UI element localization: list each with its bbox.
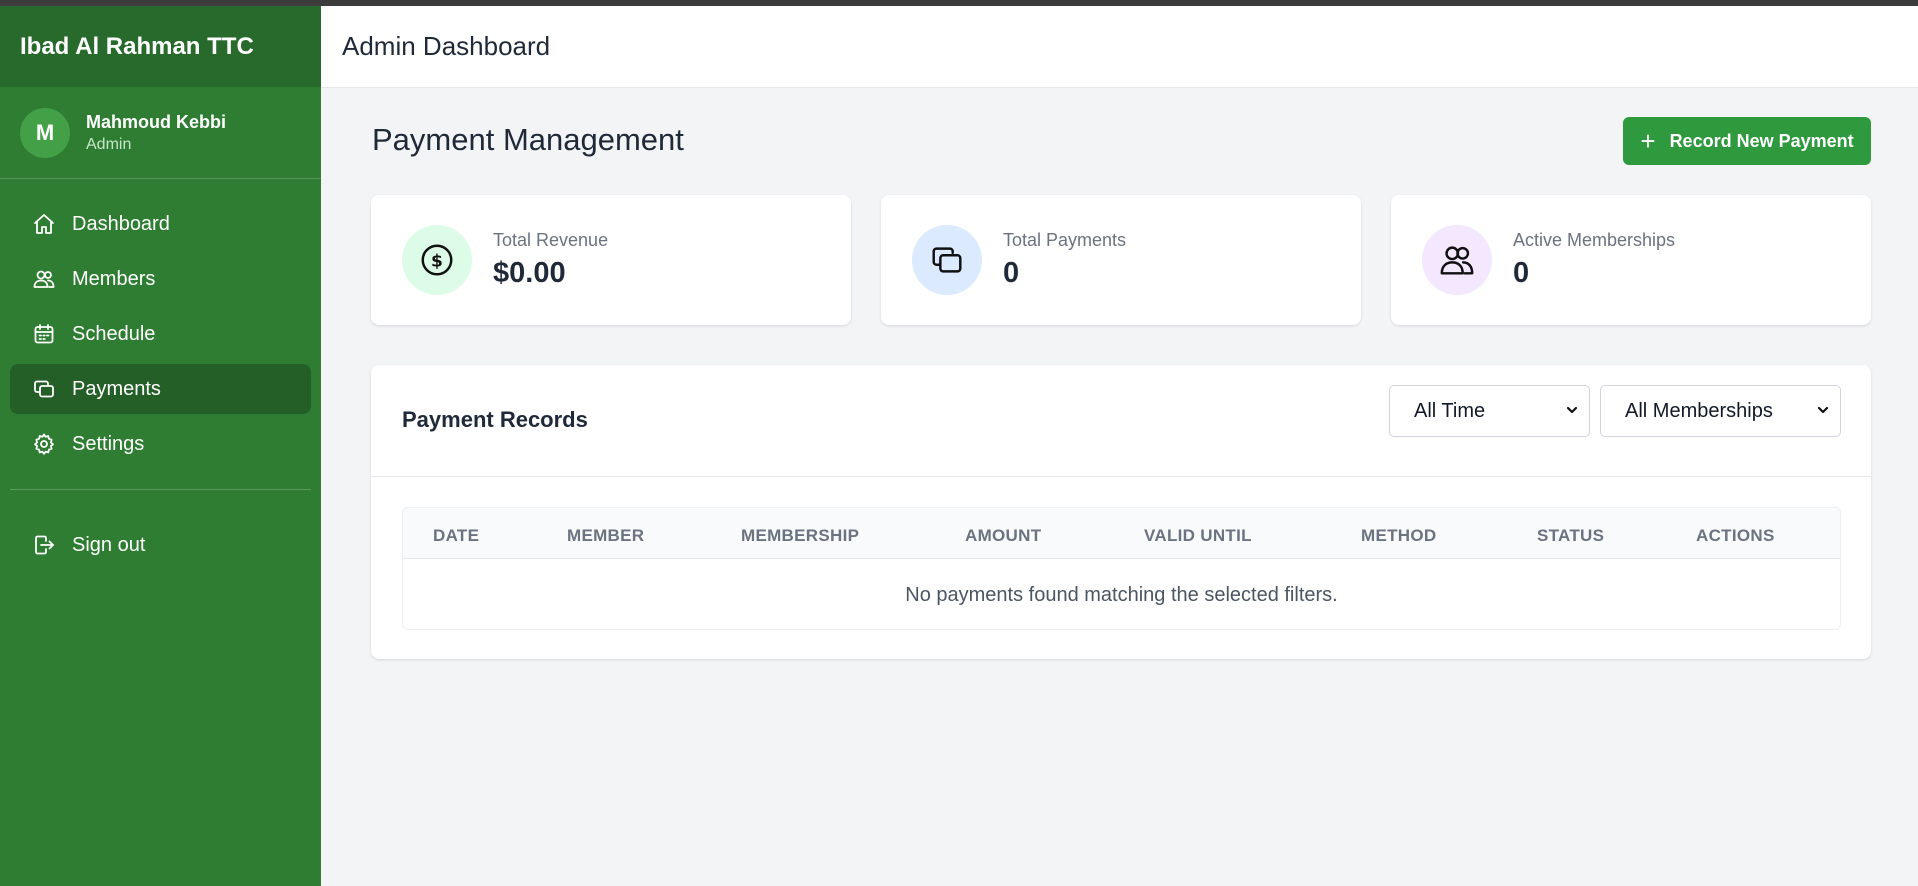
sidebar-nav: Dashboard Members Schedule Payments Sett… xyxy=(0,179,321,570)
sidebar-item-label: Dashboard xyxy=(72,212,170,235)
payment-records-title: Payment Records xyxy=(402,407,588,432)
payment-records-panel: Payment Records All Time All Memberships… xyxy=(371,365,1871,659)
stat-icon-wrap: $ xyxy=(402,225,472,295)
gear-icon xyxy=(34,433,54,455)
sign-out-icon xyxy=(35,535,54,555)
stat-label: Active Memberships xyxy=(1513,230,1676,250)
record-new-payment-button[interactable]: + Record New Payment xyxy=(1623,117,1871,165)
avatar: M xyxy=(20,107,70,158)
payments-icon xyxy=(932,247,962,273)
stat-card-active-memberships: Active Memberships 0 xyxy=(1391,195,1871,325)
stat-icon-wrap xyxy=(1422,225,1492,295)
sign-out-label: Sign out xyxy=(72,533,146,556)
time-filter-value: All Time xyxy=(1414,399,1486,422)
payment-records-header: Payment Records All Time All Memberships xyxy=(371,365,1871,477)
column-header-method[interactable]: METHOD xyxy=(1361,526,1436,546)
column-header-status[interactable]: STATUS xyxy=(1537,526,1604,546)
stat-label: Total Payments xyxy=(1003,230,1127,250)
sidebar-item-label: Members xyxy=(72,267,156,290)
calendar-icon xyxy=(34,324,54,344)
users-icon xyxy=(33,270,55,288)
payments-table: DATE MEMBER MEMBERSHIP AMOUNT VALID UNTI… xyxy=(402,507,1841,630)
chevron-down-icon xyxy=(1566,406,1578,414)
payments-icon xyxy=(34,380,54,398)
sidebar: Ibad Al Rahman TTC M Mahmoud Kebbi Admin… xyxy=(0,6,321,886)
membership-filter-value: All Memberships xyxy=(1625,399,1773,422)
stat-card-total-revenue: $ Total Revenue $0.00 xyxy=(371,195,851,325)
sidebar-item-label: Settings xyxy=(72,432,145,455)
plus-icon: + xyxy=(1640,126,1656,156)
empty-state-message: No payments found matching the selected … xyxy=(905,583,1338,606)
stat-label: Total Revenue xyxy=(493,230,609,250)
column-header-member[interactable]: MEMBER xyxy=(567,526,644,546)
brand-title: Ibad Al Rahman TTC xyxy=(0,6,321,87)
page-title: Payment Management xyxy=(372,122,684,157)
column-header-date[interactable]: DATE xyxy=(433,526,479,546)
top-header: Admin Dashboard xyxy=(321,6,1918,88)
table-header-row: DATE MEMBER MEMBERSHIP AMOUNT VALID UNTI… xyxy=(403,508,1840,559)
stat-icon-wrap xyxy=(912,225,982,295)
sidebar-item-settings[interactable]: Settings xyxy=(10,419,311,469)
dollar-icon: $ xyxy=(421,244,453,276)
column-header-valid-until[interactable]: VALID UNTIL xyxy=(1144,526,1252,546)
sidebar-divider xyxy=(10,489,311,490)
column-header-amount[interactable]: AMOUNT xyxy=(965,526,1041,546)
user-role: Admin xyxy=(86,135,132,153)
stat-value: $0.00 xyxy=(493,257,566,289)
stat-card-total-payments: Total Payments 0 xyxy=(881,195,1361,325)
time-filter-select[interactable]: All Time xyxy=(1389,385,1590,437)
membership-filter-select[interactable]: All Memberships xyxy=(1600,385,1841,437)
sidebar-item-payments[interactable]: Payments xyxy=(10,364,311,414)
column-header-actions: ACTIONS xyxy=(1696,526,1775,545)
sidebar-item-label: Payments xyxy=(72,377,161,400)
record-new-payment-label: Record New Payment xyxy=(1669,130,1854,151)
chevron-down-icon xyxy=(1817,406,1829,414)
sign-out-button[interactable]: Sign out xyxy=(10,520,311,570)
user-name: Mahmoud Kebbi xyxy=(86,111,226,132)
column-header-membership[interactable]: MEMBERSHIP xyxy=(741,526,859,546)
header-title: Admin Dashboard xyxy=(342,31,551,61)
sidebar-item-label: Schedule xyxy=(72,322,156,345)
sidebar-item-members[interactable]: Members xyxy=(10,254,311,304)
sidebar-item-dashboard[interactable]: Dashboard xyxy=(10,199,311,249)
user-profile: M Mahmoud Kebbi Admin xyxy=(0,87,321,179)
users-icon xyxy=(1440,246,1474,275)
sidebar-item-schedule[interactable]: Schedule xyxy=(10,309,311,359)
svg-text:$: $ xyxy=(431,252,443,272)
home-icon xyxy=(34,214,54,234)
stat-value: 0 xyxy=(1513,257,1530,289)
stat-value: 0 xyxy=(1003,257,1020,289)
